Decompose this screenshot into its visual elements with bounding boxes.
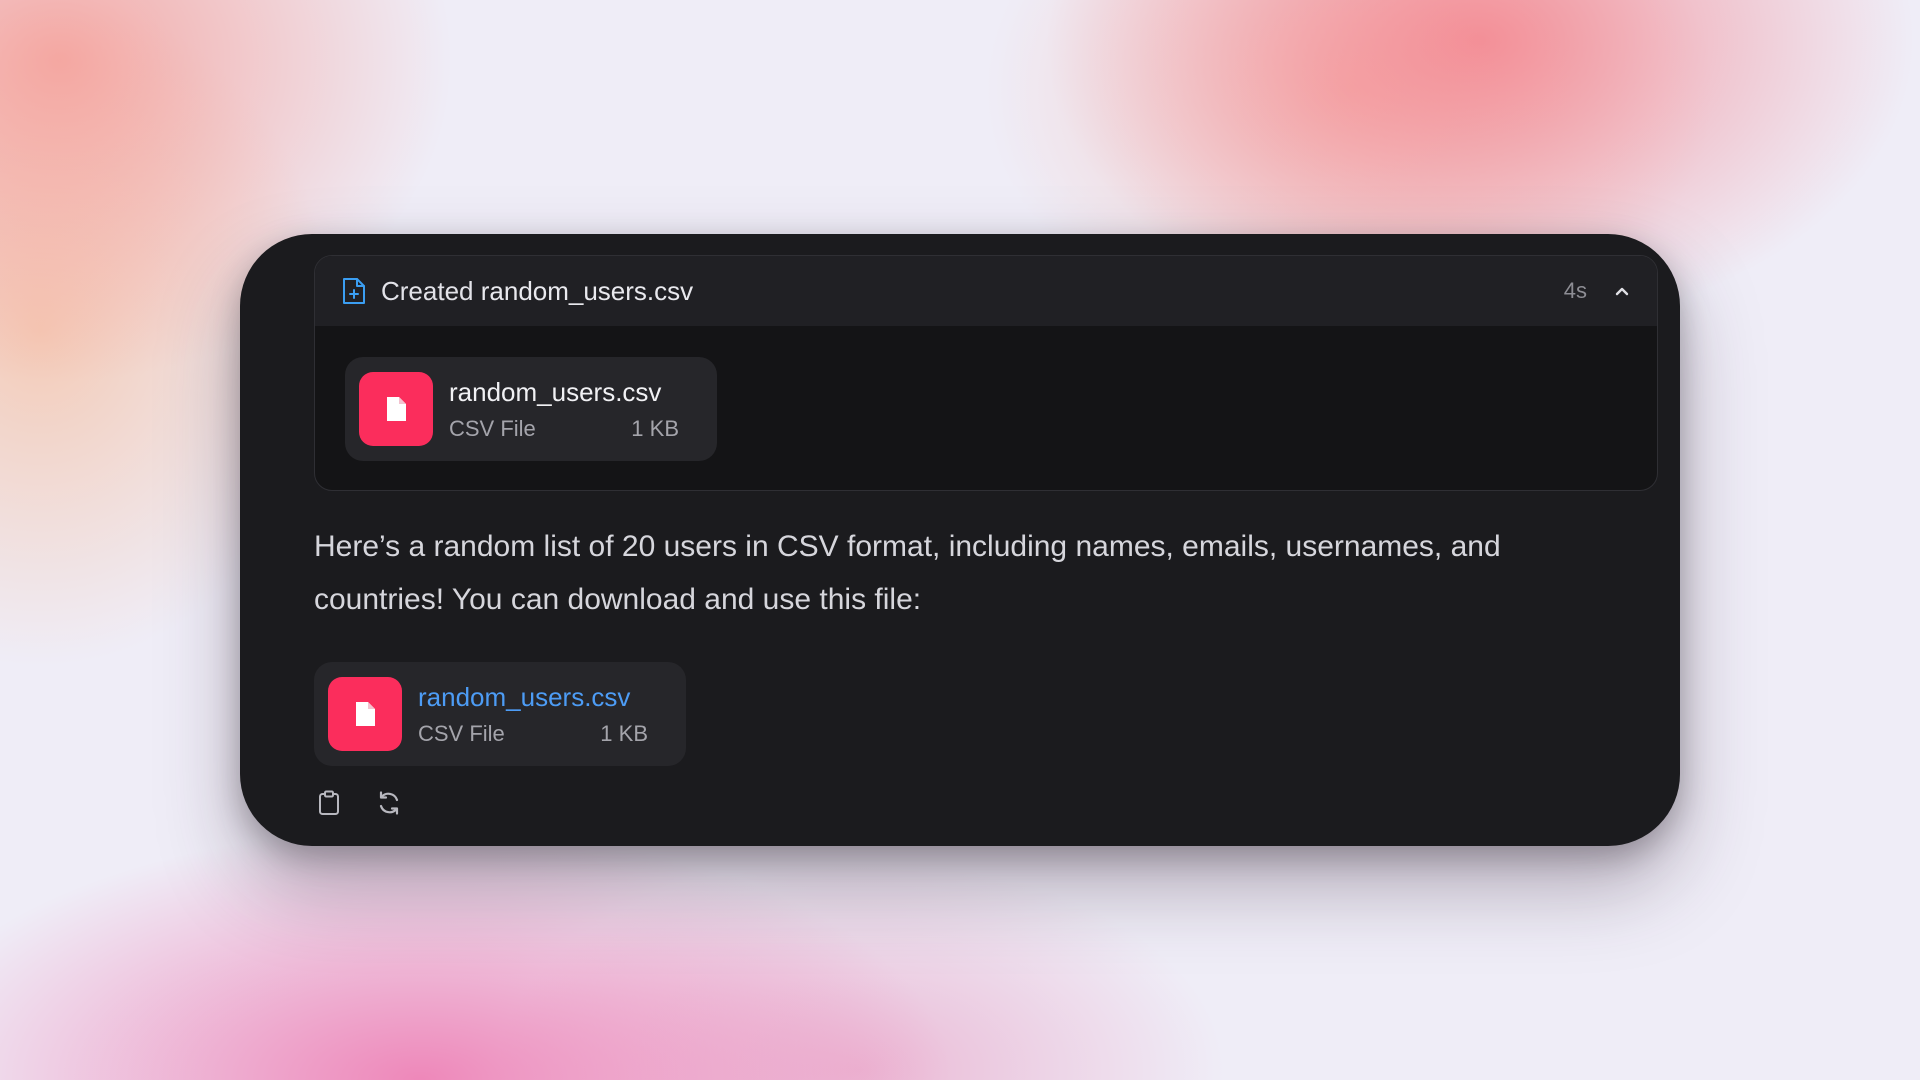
assistant-message-text: Here’s a random list of 20 users in CSV … — [314, 530, 1501, 616]
message-actions — [314, 788, 404, 818]
chevron-up-icon[interactable] — [1611, 280, 1633, 302]
download-file-attachment[interactable]: random_users.csv CSV File 1 KB — [314, 662, 686, 766]
download-type: CSV File — [418, 721, 505, 746]
copy-button[interactable] — [314, 788, 344, 818]
tool-call-title: Created random_users.csv — [381, 276, 693, 307]
attachment-name: random_users.csv — [449, 377, 662, 407]
tool-call-filename: random_users.csv — [480, 275, 694, 306]
clipboard-icon — [317, 789, 341, 817]
file-plus-icon — [341, 276, 367, 306]
chat-message-card: Created random_users.csv 4s random_users… — [240, 234, 1680, 846]
tool-call-header[interactable]: Created random_users.csv 4s — [315, 256, 1657, 326]
attachment-size: 1 KB — [631, 416, 679, 441]
file-icon — [359, 372, 433, 446]
tool-call-panel: Created random_users.csv 4s random_users… — [314, 255, 1658, 491]
download-link[interactable]: random_users.csv — [418, 681, 648, 713]
file-icon — [328, 677, 402, 751]
tool-file-attachment[interactable]: random_users.csv CSV File 1 KB — [345, 357, 717, 461]
attachment-type: CSV File — [449, 416, 536, 441]
tool-call-duration: 4s — [1563, 278, 1587, 303]
tool-call-verb: Created — [381, 275, 474, 306]
refresh-icon — [375, 789, 403, 817]
download-size: 1 KB — [600, 721, 648, 746]
regenerate-button[interactable] — [374, 788, 404, 818]
